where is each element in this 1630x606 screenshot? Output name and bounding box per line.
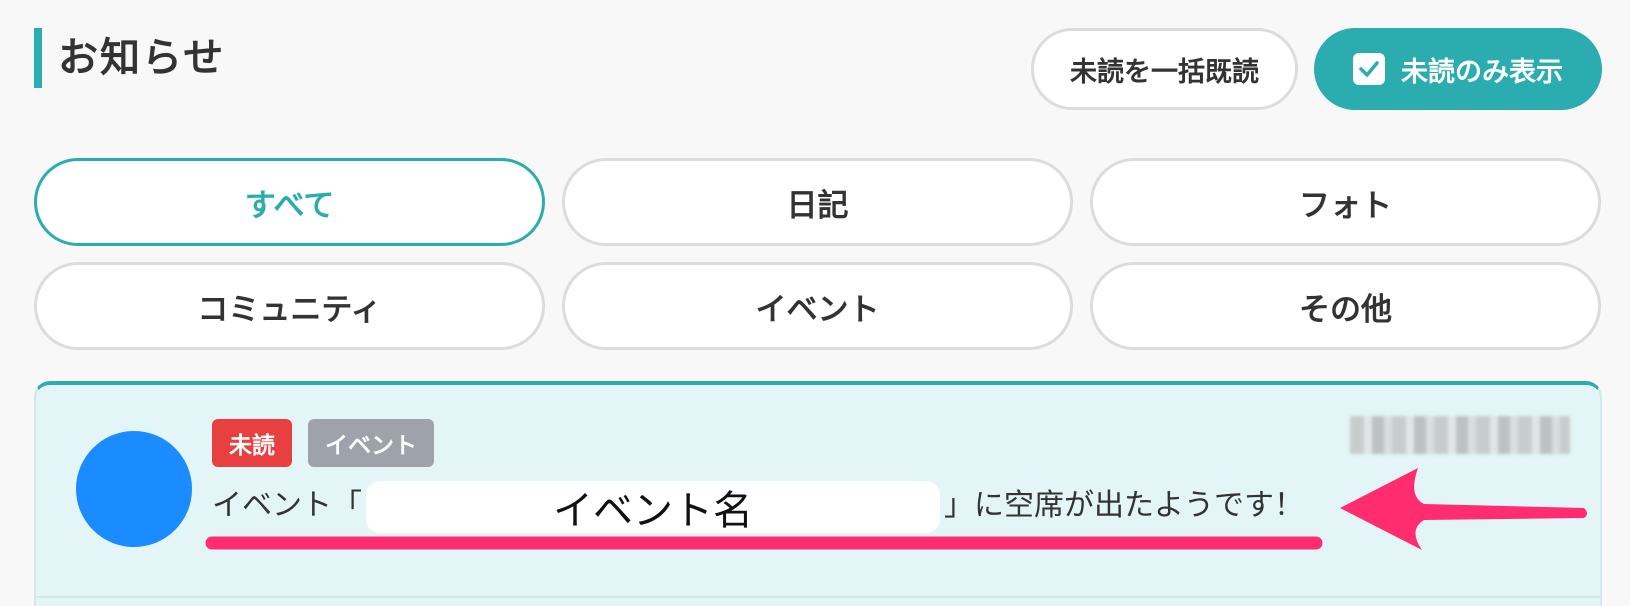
notifications-page: お知らせ 未読を一括既読 未読のみ表示 すべて 日記 フォト コミュニティ イベ… <box>0 0 1630 606</box>
annotation-overlay <box>205 468 1587 550</box>
annotation-arrow-icon <box>1340 468 1587 550</box>
